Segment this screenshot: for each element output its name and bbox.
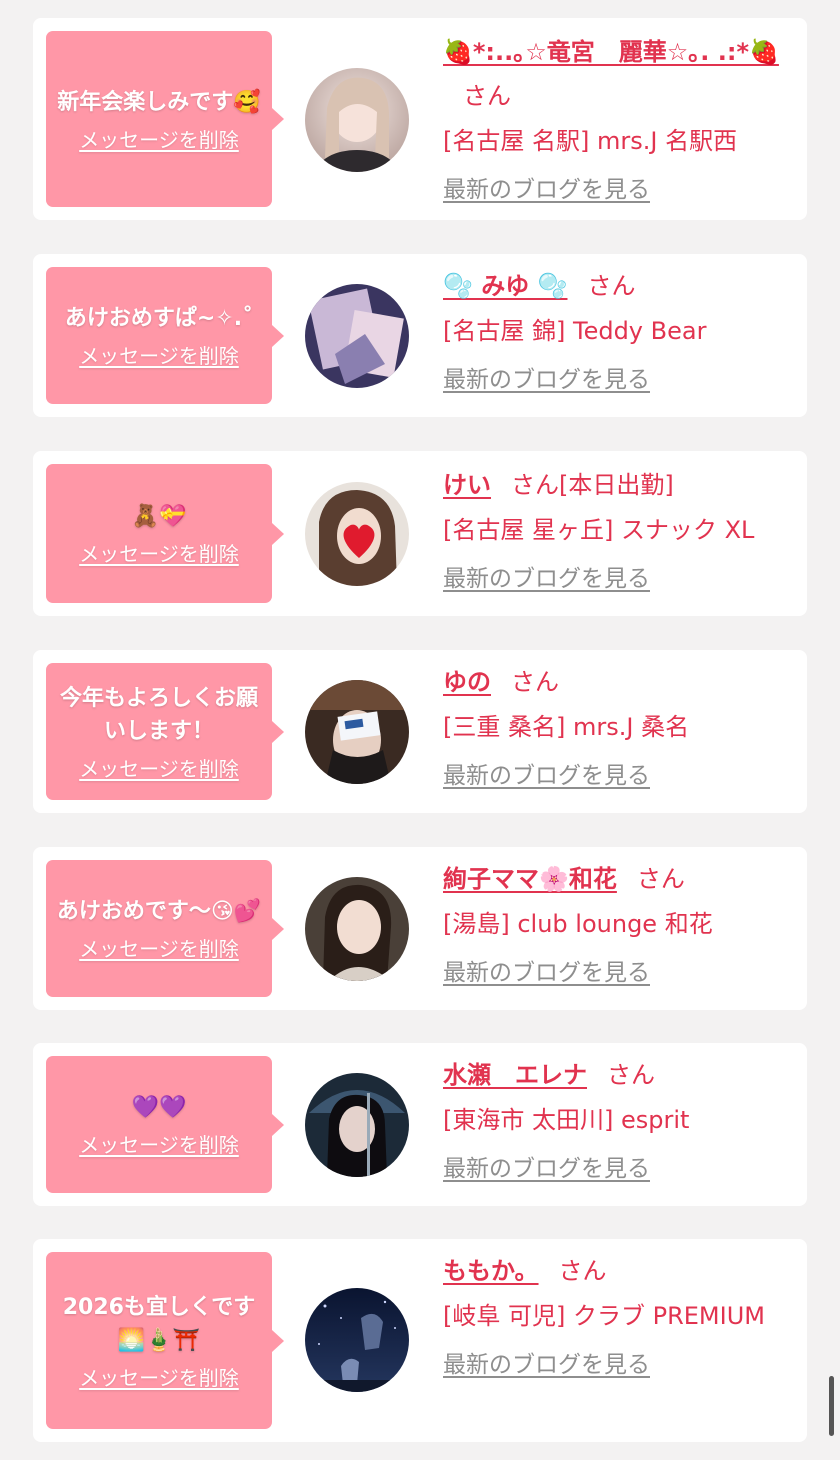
avatar[interactable] xyxy=(305,1073,409,1177)
avatar-photo-icon xyxy=(305,1073,409,1177)
message-bubble: 2026も宜しくです🌅🎍⛩️ メッセージを削除 xyxy=(46,1252,284,1429)
message-bubble: あけおめです〜😘💕 メッセージを削除 xyxy=(46,860,284,997)
avatar-photo-icon xyxy=(305,1288,409,1392)
delete-message-link[interactable]: メッセージを削除 xyxy=(79,343,239,369)
sender-info: 水瀬 エレナ さん [東海市 太田川] esprit 最新のブログを見る xyxy=(443,1053,793,1191)
honorific: さん xyxy=(511,471,559,499)
latest-blog-link[interactable]: 最新のブログを見る xyxy=(443,754,650,798)
sender-info: けい さん[本日出勤] [名古屋 星ヶ丘] スナック XL 最新のブログを見る xyxy=(443,463,793,601)
message-text: 🧸💝 xyxy=(131,504,187,529)
avatar[interactable] xyxy=(305,68,409,172)
honorific: さん xyxy=(558,1257,607,1285)
message-bubble: 💜💜 メッセージを削除 xyxy=(46,1056,284,1193)
honorific: さん xyxy=(463,82,511,110)
latest-blog-link[interactable]: 最新のブログを見る xyxy=(443,557,650,601)
delete-message-link[interactable]: メッセージを削除 xyxy=(79,541,239,567)
delete-message-link[interactable]: メッセージを削除 xyxy=(79,936,239,962)
honorific: さん xyxy=(511,668,559,696)
sender-info: 🫧 みゆ 🫧 さん [名古屋 錦] Teddy Bear 最新のブログを見る xyxy=(443,264,793,402)
avatar-photo-icon xyxy=(305,877,409,981)
message-card: あけおめです〜😘💕 メッセージを削除 絢子ママ🌸和花 さん [湯島] club l… xyxy=(33,847,807,1010)
message-text: 2026も宜しくです🌅🎍⛩️ xyxy=(62,1294,256,1353)
avatar[interactable] xyxy=(305,680,409,784)
status-text: [本日出勤] xyxy=(559,471,674,499)
sender-name-link[interactable]: 絢子ママ🌸和花 xyxy=(443,865,617,893)
sender-info: 🍓*:..｡☆竜宮 麗華☆｡. .:*🍓 さん [名古屋 名駅] mrs.J 名駅… xyxy=(443,30,793,212)
message-list: 新年会楽しみです🥰 メッセージを削除 🍓*:..｡☆竜宮 麗華☆｡. .:*🍓 さ… xyxy=(0,0,840,1460)
latest-blog-link[interactable]: 最新のブログを見る xyxy=(443,1147,650,1191)
avatar[interactable] xyxy=(305,482,409,586)
honorific: さん xyxy=(636,865,685,893)
latest-blog-link[interactable]: 最新のブログを見る xyxy=(443,1343,650,1387)
shop-label: [名古屋 錦] Teddy Bear xyxy=(443,317,707,345)
shop-label: [名古屋 星ヶ丘] スナック XL xyxy=(443,516,755,544)
delete-message-link[interactable]: メッセージを削除 xyxy=(79,756,239,782)
avatar[interactable] xyxy=(305,1288,409,1392)
message-card: 🧸💝 メッセージを削除 けい さん[本日出勤] [名古屋 星ヶ丘] スナック XL… xyxy=(33,451,807,616)
latest-blog-link[interactable]: 最新のブログを見る xyxy=(443,951,650,995)
latest-blog-link[interactable]: 最新のブログを見る xyxy=(443,358,650,402)
message-card: あけおめすぱ~✧.˚ メッセージを削除 🫧 みゆ 🫧 さん [名古屋 錦] Ted… xyxy=(33,254,807,417)
sender-info: ももか。 さん [岐阜 可児] クラブ PREMIUM 最新のブログを見る xyxy=(443,1249,793,1387)
avatar[interactable] xyxy=(305,877,409,981)
honorific: さん xyxy=(607,1061,655,1089)
shop-label: [名古屋 名駅] mrs.J 名駅西 xyxy=(443,127,738,155)
shop-label: [三重 桑名] mrs.J 桑名 xyxy=(443,713,690,741)
message-card: 2026も宜しくです🌅🎍⛩️ メッセージを削除 ももか。 さん [岐阜 可児] ク… xyxy=(33,1239,807,1442)
message-text: 新年会楽しみです🥰 xyxy=(57,89,261,115)
sender-info: ゆの さん [三重 桑名] mrs.J 桑名 最新のブログを見る xyxy=(443,660,793,798)
message-text: 💜💜 xyxy=(131,1095,187,1120)
avatar-photo-icon xyxy=(305,680,409,784)
delete-message-link[interactable]: メッセージを削除 xyxy=(79,127,239,153)
avatar-photo-icon xyxy=(305,68,409,172)
message-text: あけおめすぱ~✧.˚ xyxy=(64,306,254,331)
sender-name-link[interactable]: 🍓*:..｡☆竜宮 麗華☆｡. .:*🍓 xyxy=(443,38,779,66)
avatar-photo-icon xyxy=(305,482,409,586)
message-bubble: 今年もよろしくお願いします！ メッセージを削除 xyxy=(46,663,284,800)
avatar[interactable] xyxy=(305,284,409,388)
message-card: 今年もよろしくお願いします！ メッセージを削除 ゆの さん [三重 桑名] mrs… xyxy=(33,650,807,813)
latest-blog-link[interactable]: 最新のブログを見る xyxy=(443,168,650,212)
message-bubble: 🧸💝 メッセージを削除 xyxy=(46,464,284,603)
honorific: さん xyxy=(587,272,636,300)
message-card: 新年会楽しみです🥰 メッセージを削除 🍓*:..｡☆竜宮 麗華☆｡. .:*🍓 さ… xyxy=(33,18,807,220)
sender-name-link[interactable]: ももか。 xyxy=(443,1257,539,1285)
message-card: 💜💜 メッセージを削除 水瀬 エレナ さん [東海市 太田川] esprit 最新… xyxy=(33,1043,807,1206)
message-text: 今年もよろしくお願いします！ xyxy=(59,685,258,744)
shop-label: [東海市 太田川] esprit xyxy=(443,1106,690,1134)
sender-name-link[interactable]: けい xyxy=(443,471,491,499)
shop-label: [湯島] club lounge 和花 xyxy=(443,910,713,938)
message-text: あけおめです〜😘💕 xyxy=(56,899,262,924)
avatar-photo-icon xyxy=(305,284,409,388)
sender-name-link[interactable]: ゆの xyxy=(443,668,491,696)
sender-name-link[interactable]: 水瀬 エレナ xyxy=(443,1061,587,1089)
delete-message-link[interactable]: メッセージを削除 xyxy=(79,1365,239,1391)
shop-label: [岐阜 可児] クラブ PREMIUM xyxy=(443,1302,765,1330)
message-bubble: 新年会楽しみです🥰 メッセージを削除 xyxy=(46,31,284,207)
message-bubble: あけおめすぱ~✧.˚ メッセージを削除 xyxy=(46,267,284,404)
sender-info: 絢子ママ🌸和花 さん [湯島] club lounge 和花 最新のブログを見る xyxy=(443,857,793,995)
scrollbar[interactable] xyxy=(829,1376,834,1436)
sender-name-link[interactable]: 🫧 みゆ 🫧 xyxy=(443,272,567,300)
delete-message-link[interactable]: メッセージを削除 xyxy=(79,1132,239,1158)
